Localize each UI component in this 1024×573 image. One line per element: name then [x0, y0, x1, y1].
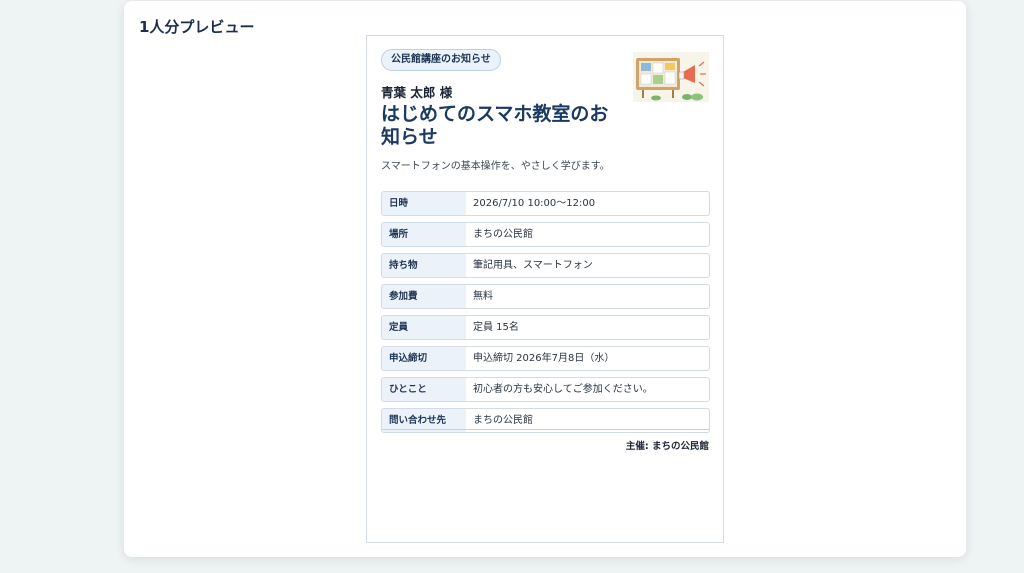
details-table: 日時 2026/7/10 10:00〜12:00 場所 まちの公民館 持ち物 筆…: [381, 191, 710, 439]
detail-value: まちの公民館: [473, 229, 533, 240]
notice-subtitle: スマートフォンの基本操作を、やさしく学びます。: [381, 161, 610, 172]
detail-value: 無料: [473, 291, 493, 302]
detail-value: 筆記用具、スマートフォン: [473, 260, 593, 271]
bulletin-board-megaphone-icon: [633, 52, 709, 102]
detail-label: 場所: [382, 223, 466, 246]
category-badge: 公民館講座のお知らせ: [381, 49, 501, 71]
preview-panel: 1人分プレビュー 公民館講座のお知らせ 青葉 太郎 様 はじめてのスマホ教室のお…: [124, 1, 966, 557]
detail-label: 日時: [382, 192, 466, 215]
detail-value: 2026/7/10 10:00〜12:00: [473, 198, 596, 209]
notice-title: はじめてのスマホ教室のお知らせ: [381, 103, 609, 148]
detail-row-belongings: 持ち物 筆記用具、スマートフォン: [381, 253, 710, 278]
detail-label: 定員: [382, 316, 466, 339]
detail-row-place: 場所 まちの公民館: [381, 222, 710, 247]
detail-row-datetime: 日時 2026/7/10 10:00〜12:00: [381, 191, 710, 216]
detail-label: ひとこと: [382, 378, 466, 401]
organizer-text: 主催: まちの公民館: [625, 441, 709, 452]
detail-label: 持ち物: [382, 254, 466, 277]
detail-row-message: ひとこと 初心者の方も安心してご参加ください。: [381, 377, 710, 402]
detail-row-deadline: 申込締切 申込締切 2026年7月8日（水）: [381, 346, 710, 371]
notice-sheet: 公民館講座のお知らせ 青葉 太郎 様 はじめてのスマホ教室のお知らせ スマートフ…: [366, 35, 724, 543]
detail-value: 定員 15名: [473, 322, 519, 333]
detail-value: 申込締切 2026年7月8日（水）: [473, 353, 615, 364]
detail-label: 参加費: [382, 285, 466, 308]
detail-row-fee: 参加費 無料: [381, 284, 710, 309]
footer-divider: [381, 429, 710, 430]
detail-value: 初心者の方も安心してご参加ください。: [473, 384, 653, 395]
recipient-name: 青葉 太郎 様: [381, 85, 453, 100]
detail-label: 申込締切: [382, 347, 466, 370]
panel-title: 1人分プレビュー: [139, 18, 255, 36]
detail-row-capacity: 定員 定員 15名: [381, 315, 710, 340]
